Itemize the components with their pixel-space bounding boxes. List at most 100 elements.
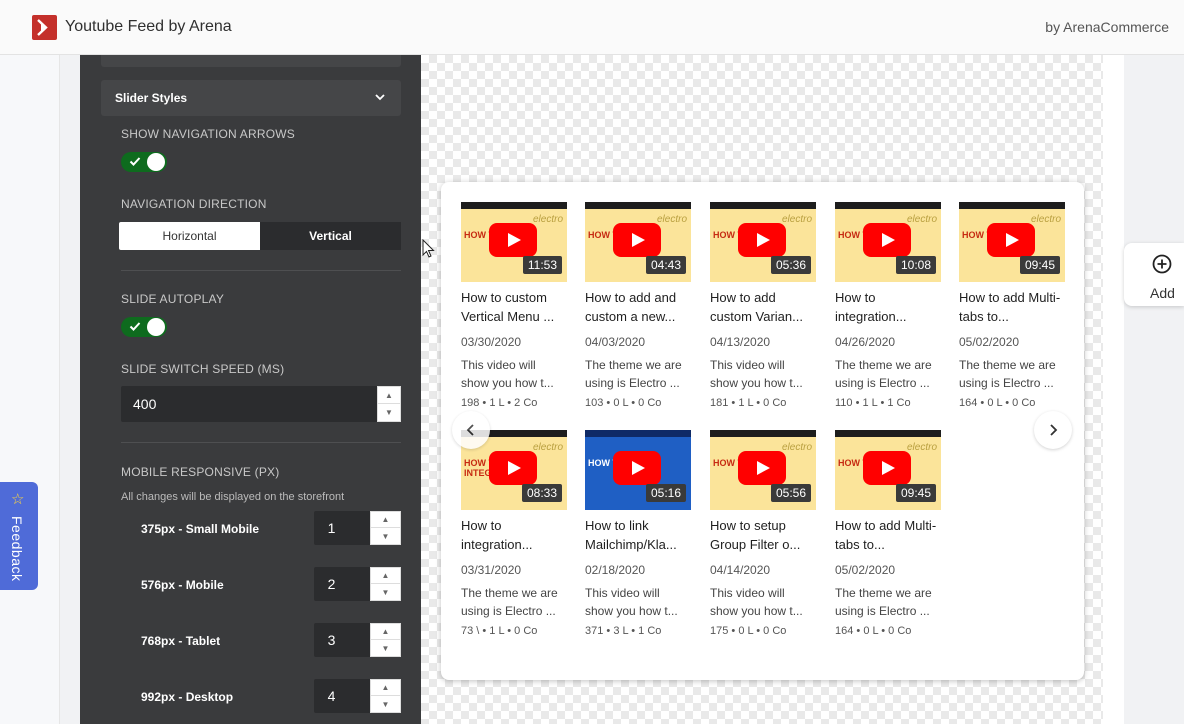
- stepper-up-icon[interactable]: ▲: [371, 680, 400, 696]
- breakpoint-label: 768px - Tablet: [141, 634, 221, 648]
- video-date: 05/02/2020: [835, 563, 896, 577]
- breakpoint-stepper: ▲ ▼: [370, 567, 401, 601]
- breakpoint-input[interactable]: 4 ▲ ▼: [314, 679, 401, 713]
- nav-direction-horizontal[interactable]: Horizontal: [119, 222, 260, 250]
- youtube-feed-widget: electroHOW TO ADD11:53 How to custom Vert…: [441, 182, 1084, 680]
- thumbnail-band: [461, 202, 567, 209]
- speed-stepper: ▲ ▼: [377, 386, 401, 422]
- slider-prev-button[interactable]: [452, 411, 490, 449]
- accordion-previous-section[interactable]: ⌄: [101, 55, 401, 67]
- breakpoint-value: 1: [327, 520, 336, 536]
- video-title[interactable]: How to add Multi-tabs to...: [835, 516, 941, 554]
- video-title[interactable]: How to integration...: [461, 516, 567, 554]
- video-thumbnail[interactable]: HOW TO 05:16: [585, 430, 691, 510]
- chevron-right-icon: [1050, 424, 1058, 436]
- video-duration: 08:33: [521, 484, 562, 502]
- thumbnail-brand: electro: [781, 442, 812, 453]
- video-title[interactable]: How to add Multi-tabs to...: [959, 288, 1065, 326]
- autoplay-label: SLIDE AUTOPLAY: [121, 292, 225, 306]
- video-card[interactable]: electroHOW TO SETUP05:56 How to setup Gro…: [710, 430, 816, 645]
- thumbnail-brand: electro: [532, 442, 563, 453]
- video-date: 04/13/2020: [710, 335, 771, 349]
- video-card[interactable]: electroHOW TO ADD09:45 How to add Multi-t…: [959, 202, 1065, 417]
- video-thumbnail[interactable]: electroHOW TO SETUP05:56: [710, 430, 816, 510]
- video-title[interactable]: How to add and custom a new...: [585, 288, 691, 326]
- video-stats: 371 • 3 L • 1 Co: [585, 625, 662, 637]
- video-thumbnail[interactable]: electroHOW TO ADD04:43: [585, 202, 691, 282]
- video-card[interactable]: electroHOW TO ADD05:36 How to add custom …: [710, 202, 816, 417]
- video-date: 04/26/2020: [835, 335, 896, 349]
- video-date: 02/18/2020: [585, 563, 646, 577]
- video-title[interactable]: How to setup Group Filter o...: [710, 516, 816, 554]
- breakpoint-value: 2: [327, 576, 336, 592]
- stepper-up-icon[interactable]: ▲: [378, 387, 400, 404]
- check-icon: [129, 157, 141, 166]
- thumbnail-brand: electro: [532, 214, 563, 225]
- video-card[interactable]: electroHOW TO ADD09:45 How to add Multi-t…: [835, 430, 941, 645]
- video-thumbnail[interactable]: electroHOW TO ADD09:45: [835, 430, 941, 510]
- youtube-play-icon: [613, 223, 661, 257]
- video-title[interactable]: How to add custom Varian...: [710, 288, 816, 326]
- video-date: 04/03/2020: [585, 335, 646, 349]
- stepper-down-icon[interactable]: ▼: [371, 528, 400, 544]
- video-thumbnail[interactable]: electro HOW TO IN 10:08: [835, 202, 941, 282]
- slider-next-button[interactable]: [1034, 411, 1072, 449]
- video-card[interactable]: HOW TO 05:16 How to link Mailchimp/Kla... 0…: [585, 430, 691, 645]
- video-card[interactable]: electroHOW TO INTEGRATION08:33How to int…: [461, 430, 567, 645]
- star-icon: ☆: [11, 491, 25, 508]
- stepper-down-icon[interactable]: ▼: [371, 640, 400, 656]
- video-description: The theme we are using is Electro ...: [835, 586, 932, 618]
- divider: [121, 442, 401, 443]
- video-duration: 09:45: [1019, 256, 1060, 274]
- stepper-down-icon[interactable]: ▼: [371, 584, 400, 600]
- video-stats: 73 \ • 1 L • 0 Co: [461, 625, 538, 637]
- breakpoint-label: 992px - Desktop: [141, 690, 234, 704]
- thumbnail-band: [710, 430, 816, 437]
- video-thumbnail[interactable]: electroHOW TO ADD11:53: [461, 202, 567, 282]
- stepper-up-icon[interactable]: ▲: [371, 624, 400, 640]
- accordion-title: Slider Styles: [115, 91, 188, 105]
- video-duration: 04:43: [645, 256, 686, 274]
- accordion-slider-styles[interactable]: Slider Styles: [101, 80, 401, 116]
- video-thumbnail[interactable]: electroHOW TO ADD05:36: [710, 202, 816, 282]
- video-title[interactable]: How to integration...: [835, 288, 941, 326]
- nav-direction-vertical[interactable]: Vertical: [260, 222, 401, 250]
- video-description: This video will show you how t...: [585, 586, 678, 618]
- video-card[interactable]: electro HOW TO IN 10:08 How to integration.…: [835, 202, 941, 417]
- breakpoint-label: 375px - Small Mobile: [141, 522, 260, 536]
- breakpoint-input[interactable]: 3 ▲ ▼: [314, 623, 401, 657]
- speed-label: SLIDE SWITCH SPEED (MS): [121, 362, 285, 376]
- app-logo-icon: [32, 15, 57, 40]
- video-card[interactable]: electroHOW TO ADD11:53 How to custom Vert…: [461, 202, 567, 417]
- add-section-button[interactable]: Add: [1124, 243, 1184, 306]
- breakpoint-value: 4: [327, 688, 336, 704]
- video-date: 04/14/2020: [710, 563, 771, 577]
- feedback-tab[interactable]: ☆ Feedback: [0, 482, 38, 590]
- video-card[interactable]: electroHOW TO ADD04:43 How to add and cus…: [585, 202, 691, 417]
- autoplay-toggle[interactable]: [121, 317, 167, 337]
- video-stats: 164 • 0 L • 0 Co: [959, 397, 1036, 409]
- breakpoint-input[interactable]: 2 ▲ ▼: [314, 567, 401, 601]
- show-arrows-label: SHOW NAVIGATION ARROWS: [121, 127, 295, 141]
- app-title: Youtube Feed by Arena: [65, 18, 232, 35]
- video-duration: 11:53: [522, 256, 562, 274]
- video-stats: 110 • 1 L • 1 Co: [835, 397, 911, 409]
- video-title[interactable]: How to custom Vertical Menu ...: [461, 288, 567, 326]
- stepper-up-icon[interactable]: ▲: [371, 568, 400, 584]
- stepper-down-icon[interactable]: ▼: [371, 696, 400, 712]
- mobile-responsive-label: MOBILE RESPONSIVE (PX): [121, 465, 280, 479]
- breakpoint-stepper: ▲ ▼: [370, 679, 401, 713]
- stepper-down-icon[interactable]: ▼: [378, 404, 400, 421]
- chevron-left-icon: [466, 424, 474, 436]
- add-label: Add: [1150, 285, 1175, 301]
- speed-input[interactable]: 400 ▲ ▼: [121, 386, 401, 422]
- show-arrows-toggle[interactable]: [121, 152, 167, 172]
- video-title[interactable]: How to link Mailchimp/Kla...: [585, 516, 691, 554]
- right-gutter: [1103, 55, 1124, 724]
- app-author: by ArenaCommerce: [1045, 19, 1169, 35]
- thumbnail-band: [835, 202, 941, 209]
- breakpoint-input[interactable]: 1 ▲ ▼: [314, 511, 401, 545]
- stepper-up-icon[interactable]: ▲: [371, 512, 400, 528]
- video-thumbnail[interactable]: electroHOW TO ADD09:45: [959, 202, 1065, 282]
- divider: [121, 270, 401, 271]
